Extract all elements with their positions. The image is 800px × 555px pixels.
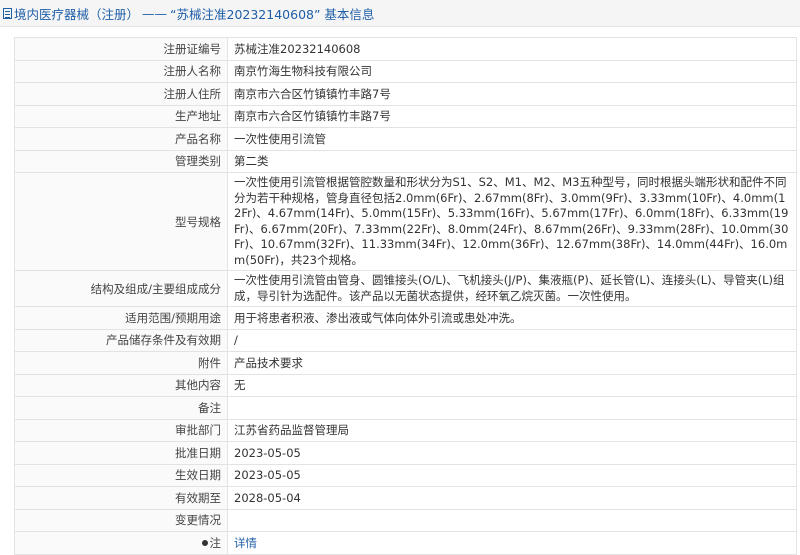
detail-cell: 详情 xyxy=(227,531,797,555)
row-label: 其他内容 xyxy=(14,373,228,397)
info-table: 注册证编号 苏械注准20232140608 注册人名称 南京竹海生物科技有限公司… xyxy=(14,37,797,555)
table-row: 生效日期 2023-05-05 xyxy=(14,463,797,487)
row-value: 一次性使用引流管由管身、圆锥接头(O/L)、飞机接头(J/P)、集液瓶(P)、延… xyxy=(227,270,797,307)
row-value xyxy=(227,396,797,420)
row-label: 批准日期 xyxy=(14,441,228,465)
row-value: 第二类 xyxy=(227,149,797,173)
table-row: 审批部门 江苏省药品监督管理局 xyxy=(14,418,797,442)
table-row: 管理类别 第二类 xyxy=(14,149,797,173)
row-value: 南京市六合区竹镇镇竹丰路7号 xyxy=(227,104,797,128)
row-value: 2023-05-05 xyxy=(227,441,797,465)
table-row: 其他内容 无 xyxy=(14,373,797,397)
row-value: 产品技术要求 xyxy=(227,351,797,375)
table-row: 变更情况 xyxy=(14,508,797,532)
row-value: 2023-05-05 xyxy=(227,463,797,487)
row-value: 南京市六合区竹镇镇竹丰路7号 xyxy=(227,82,797,106)
row-label: 审批部门 xyxy=(14,418,228,442)
table-row: 结构及组成/主要组成成分 一次性使用引流管由管身、圆锥接头(O/L)、飞机接头(… xyxy=(14,270,797,307)
table-row: 注册人住所 南京市六合区竹镇镇竹丰路7号 xyxy=(14,82,797,106)
table-row: 备注 xyxy=(14,396,797,420)
table-row: 注 详情 xyxy=(14,531,797,555)
page-header: 境内医疗器械（注册） —— “苏械注准20232140608” 基本信息 xyxy=(0,0,800,27)
row-value: 2028-05-04 xyxy=(227,486,797,510)
row-label: 生效日期 xyxy=(14,463,228,487)
row-value: 无 xyxy=(227,373,797,397)
row-value: 一次性使用引流管根据管腔数量和形状分为S1、S2、M1、M2、M3五种型号，同时… xyxy=(227,172,797,271)
header-category: 境内医疗器械（注册） xyxy=(14,6,140,22)
table-row: 批准日期 2023-05-05 xyxy=(14,441,797,465)
table-row: 型号规格 一次性使用引流管根据管腔数量和形状分为S1、S2、M1、M2、M3五种… xyxy=(14,172,797,271)
row-label: 变更情况 xyxy=(14,508,228,532)
header-record: “苏械注准20232140608” 基本信息 xyxy=(170,6,375,22)
row-value: 用于将患者积液、渗出液或气体向体外引流或患处冲洗。 xyxy=(227,306,797,330)
note-label-cell: 注 xyxy=(14,531,228,555)
row-label: 结构及组成/主要组成成分 xyxy=(14,270,228,307)
detail-link[interactable]: 详情 xyxy=(234,536,257,550)
row-label: 生产地址 xyxy=(14,104,228,128)
table-row: 注册证编号 苏械注准20232140608 xyxy=(14,37,797,61)
row-label: 注册人住所 xyxy=(14,82,228,106)
row-label: 注册证编号 xyxy=(14,37,228,61)
table-row: 有效期至 2028-05-04 xyxy=(14,486,797,510)
row-label: 型号规格 xyxy=(14,172,228,271)
row-value: 南京竹海生物科技有限公司 xyxy=(227,59,797,83)
table-row: 附件 产品技术要求 xyxy=(14,351,797,375)
row-label: 有效期至 xyxy=(14,486,228,510)
row-label: 管理类别 xyxy=(14,149,228,173)
document-icon xyxy=(3,7,12,19)
row-label: 适用范围/预期用途 xyxy=(14,306,228,330)
row-value xyxy=(227,508,797,532)
pin-icon xyxy=(201,539,208,546)
row-label: 附件 xyxy=(14,351,228,375)
row-value: 江苏省药品监督管理局 xyxy=(227,418,797,442)
row-value: 苏械注准20232140608 xyxy=(227,37,797,61)
table-row: 产品名称 一次性使用引流管 xyxy=(14,127,797,151)
table-row: 注册人名称 南京竹海生物科技有限公司 xyxy=(14,59,797,83)
note-label: 注 xyxy=(209,535,222,550)
row-label: 产品名称 xyxy=(14,127,228,151)
row-value: 一次性使用引流管 xyxy=(227,127,797,151)
row-value: / xyxy=(227,328,797,352)
row-label: 产品储存条件及有效期 xyxy=(14,328,228,352)
header-separator: —— xyxy=(142,5,168,21)
table-row: 适用范围/预期用途 用于将患者积液、渗出液或气体向体外引流或患处冲洗。 xyxy=(14,306,797,330)
table-row: 生产地址 南京市六合区竹镇镇竹丰路7号 xyxy=(14,104,797,128)
row-label: 备注 xyxy=(14,396,228,420)
table-row: 产品储存条件及有效期 / xyxy=(14,328,797,352)
row-label: 注册人名称 xyxy=(14,59,228,83)
